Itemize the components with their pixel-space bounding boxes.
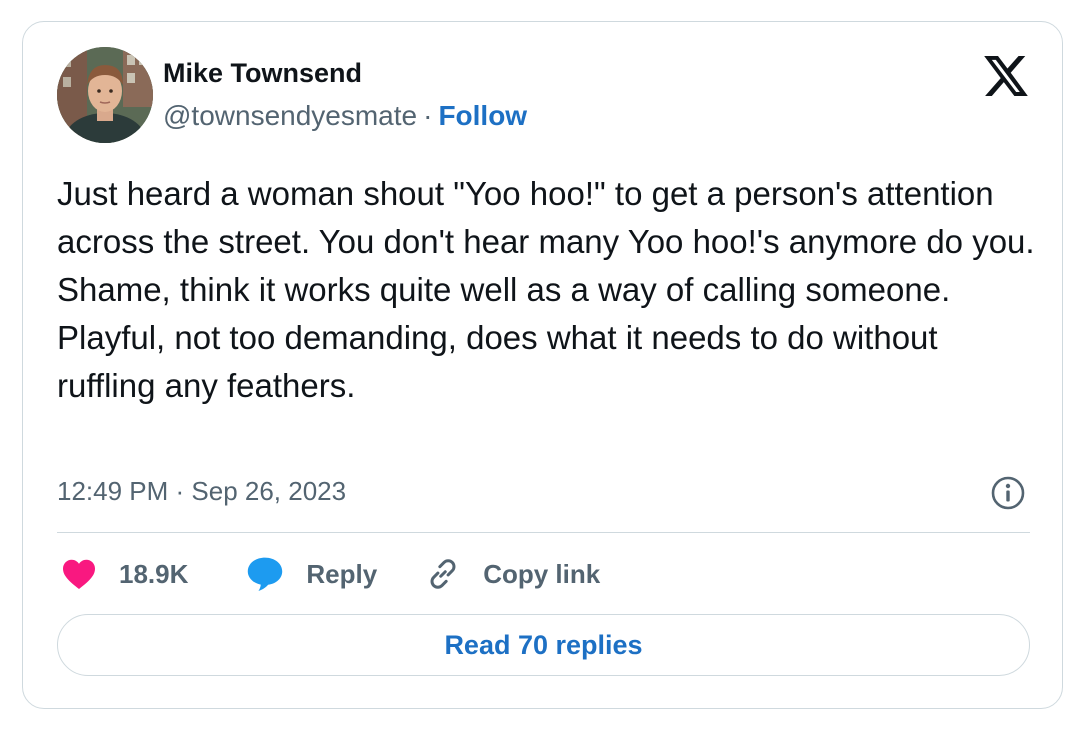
copy-link-label: Copy link [483,558,601,589]
author-handle[interactable]: @townsendyesmate [163,100,417,131]
reply-button[interactable]: Reply [246,556,377,592]
info-icon[interactable] [990,475,1026,511]
separator: · [423,100,433,131]
reply-label: Reply [306,558,378,589]
copy-link-button[interactable]: Copy link [425,556,600,592]
x-logo-icon[interactable] [984,56,1028,96]
heart-icon [63,559,95,589]
link-icon [430,559,456,589]
avatar-photo [57,47,153,143]
tweet-text: Just heard a woman shout "Yoo hoo!" to g… [57,175,1035,404]
speech-bubble-icon [248,557,283,591]
like-button[interactable]: 18.9K [61,558,188,590]
follow-button[interactable]: Follow [438,100,527,131]
tweet-timestamp[interactable]: 12:49 PM · Sep 26, 2023 [57,476,346,507]
like-count: 18.9K [119,558,189,589]
divider [57,532,1030,533]
author-name[interactable]: Mike Townsend [163,58,362,89]
tweet-card: Mike Townsend @townsendyesmate · Follow Ju… [22,21,1063,709]
action-bar: 18.9K Reply Copy link [61,552,600,596]
read-replies-button[interactable]: Read 70 replies [57,614,1030,676]
author-meta: @townsendyesmate · Follow [163,100,527,132]
avatar[interactable] [57,47,153,143]
